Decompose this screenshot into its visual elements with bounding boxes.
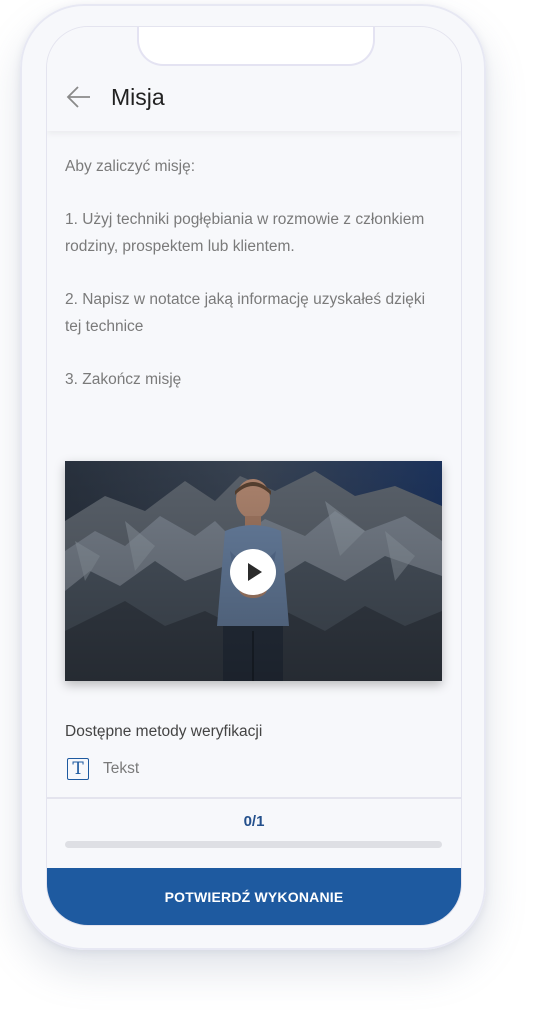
instruction-step-2: 2. Napisz w notatce jaką informację uzys… bbox=[65, 291, 426, 335]
verification-methods-title: Dostępne metody weryfikacji bbox=[65, 723, 263, 740]
play-icon bbox=[248, 563, 262, 581]
mission-instructions: Aby zaliczyć misję: 1. Użyj techniki pog… bbox=[65, 153, 443, 393]
page-title: Misja bbox=[111, 84, 165, 110]
phone-frame: Misja Aby zaliczyć misję: 1. Użyj techni… bbox=[20, 4, 486, 950]
app-screen: Misja Aby zaliczyć misję: 1. Użyj techni… bbox=[46, 26, 462, 926]
instructions-intro: Aby zaliczyć misję: bbox=[65, 158, 196, 175]
verification-method-label: Tekst bbox=[103, 760, 140, 777]
arrow-left-icon bbox=[66, 86, 90, 108]
mission-content: Aby zaliczyć misję: 1. Użyj techniki pog… bbox=[65, 131, 443, 419]
progress-count: 0/1 bbox=[243, 813, 265, 830]
instruction-step-3: 3. Zakończ misję bbox=[65, 371, 182, 388]
section-divider bbox=[47, 797, 461, 799]
instruction-step-1: 1. Użyj techniki pogłębiania w rozmowie … bbox=[65, 211, 425, 255]
play-button[interactable] bbox=[230, 549, 276, 595]
progress-bar bbox=[65, 841, 442, 848]
verification-method-text[interactable]: T Tekst bbox=[67, 757, 139, 781]
back-button[interactable] bbox=[65, 83, 93, 111]
text-format-icon: T bbox=[67, 758, 89, 780]
phone-notch bbox=[137, 27, 375, 66]
video-player[interactable] bbox=[65, 461, 442, 681]
confirm-completion-button[interactable]: POTWIERDŹ WYKONANIE bbox=[47, 868, 461, 925]
